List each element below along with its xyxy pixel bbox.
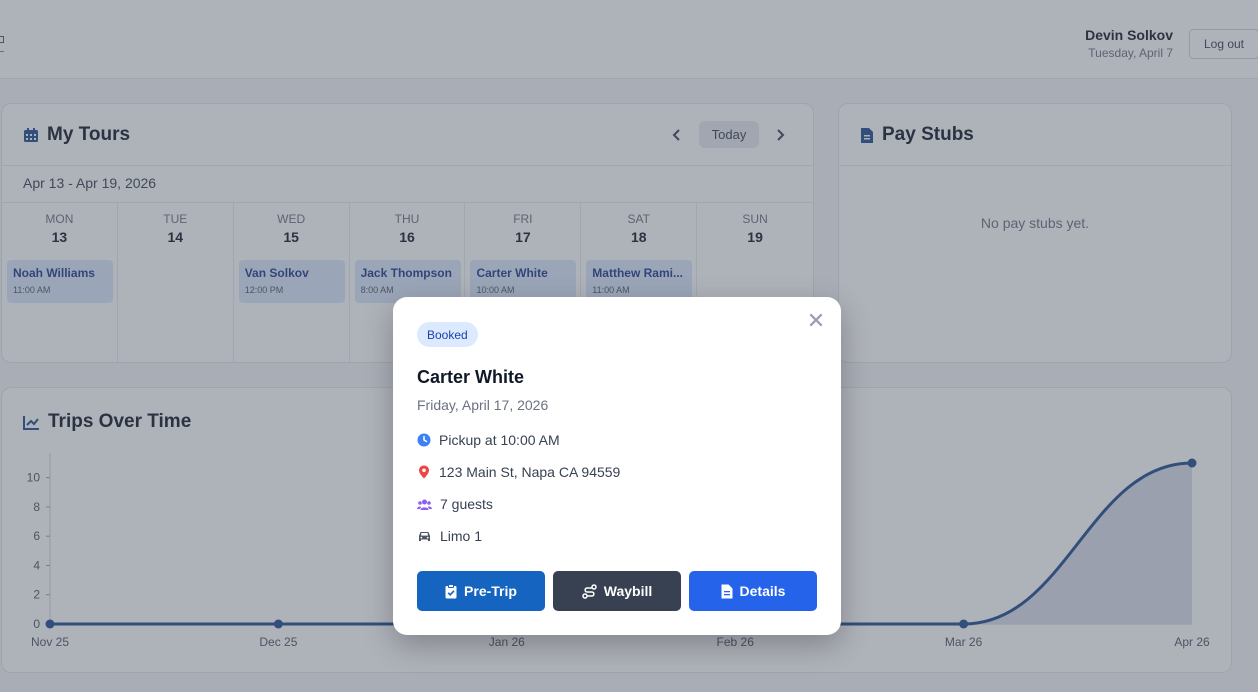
waybill-button[interactable]: Waybill [553,571,681,611]
vehicle-text: Limo 1 [440,528,483,544]
clipboard-check-icon [445,583,457,598]
guests-text: 7 guests [440,496,493,512]
pre-trip-label: Pre-Trip [464,583,517,599]
close-button[interactable] [807,311,825,329]
details-label: Details [739,583,786,599]
address-text: 123 Main St, Napa CA 94559 [439,464,621,480]
pickup-row: Pickup at 10:00 AM [417,432,560,448]
clock-icon [417,433,431,447]
vehicle-row: Limo 1 [417,528,482,544]
guests-row: 7 guests [417,496,493,512]
users-icon [417,499,432,510]
route-icon [582,583,597,599]
document-icon [721,584,733,598]
pre-trip-button[interactable]: Pre-Trip [417,571,545,611]
customer-name: Carter White [417,367,525,387]
close-icon [809,313,823,327]
address-row: 123 Main St, Napa CA 94559 [417,464,620,480]
details-button[interactable]: Details [689,571,817,611]
location-pin-icon [419,465,429,479]
tour-details-modal: Booked Carter White Friday, April 17, 20… [393,297,841,635]
car-icon [419,531,430,541]
waybill-label: Waybill [603,583,653,599]
pickup-text: Pickup at 10:00 AM [439,432,560,448]
status-badge: Booked [417,322,478,347]
tour-date: Friday, April 17, 2026 [417,397,549,413]
